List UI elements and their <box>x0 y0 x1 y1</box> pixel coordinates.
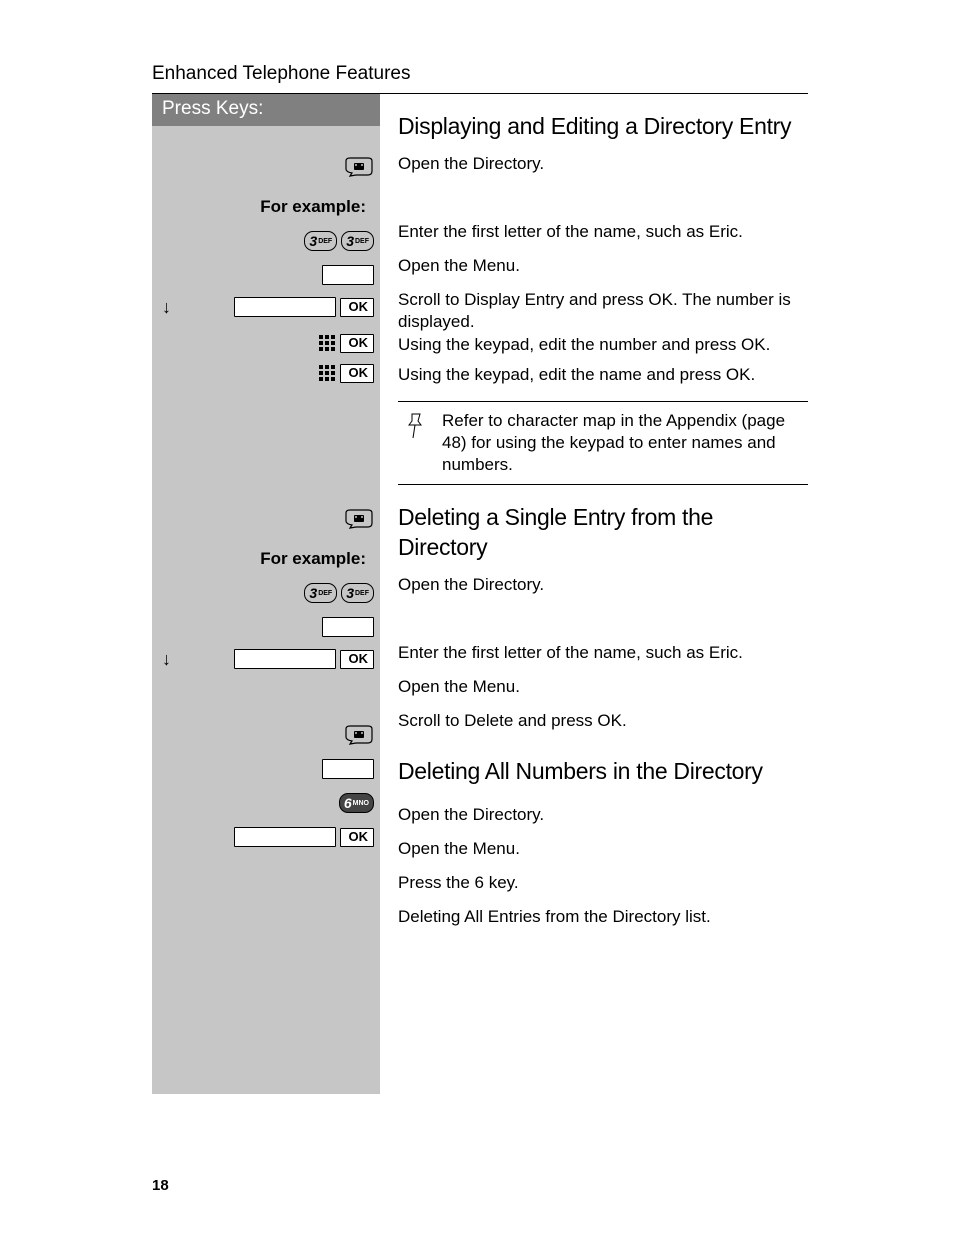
softkey-blank <box>322 617 374 637</box>
key-row-scroll-ok: ↓ OK <box>152 644 380 674</box>
key-row-directory <box>152 718 380 752</box>
softkey-ok: OK <box>340 298 374 316</box>
key-row-6: 6MNO <box>152 786 380 820</box>
key-row-3-3: 3DEF 3DEF <box>152 576 380 610</box>
keycap-6: 6MNO <box>339 793 374 813</box>
page: Enhanced Telephone Features Press Keys: … <box>0 0 954 1235</box>
step-text: Enter the first letter of the name, such… <box>398 220 808 254</box>
step-spacer <box>398 607 808 641</box>
for-example-row: For example: <box>152 190 380 224</box>
step-text: Press the 6 key. <box>398 871 808 905</box>
instructions-column: Displaying and Editing a Directory Entry… <box>380 94 808 1094</box>
step-text: Open the Directory. <box>398 803 808 837</box>
softkey-blank <box>322 759 374 779</box>
step-text: Scroll to Display Entry and press OK. Th… <box>398 288 808 333</box>
press-keys-column: Press Keys: For example: <box>152 94 380 1094</box>
softkey-blank <box>322 265 374 285</box>
note-text: Refer to character map in the Appendix (… <box>442 410 802 476</box>
step-text: Using the keypad, edit the number and pr… <box>398 333 808 363</box>
for-example-row: For example: <box>152 542 380 576</box>
directory-key-icon <box>344 509 374 529</box>
key-row-keypad-ok: OK <box>152 358 380 388</box>
key-row-ok: OK <box>152 820 380 854</box>
key-row-menu-blank <box>152 258 380 292</box>
softkey-ok: OK <box>340 828 374 846</box>
softkey-blank <box>234 297 336 317</box>
step-text: Scroll to Delete and press OK. <box>398 709 808 743</box>
keycap-3: 3DEF <box>341 231 374 251</box>
key-row-menu-blank <box>152 610 380 644</box>
softkey-blank <box>234 649 336 669</box>
for-example-label: For example: <box>260 196 374 218</box>
softkey-blank <box>234 827 336 847</box>
keycap-3: 3DEF <box>341 583 374 603</box>
keycap-3: 3DEF <box>304 231 337 251</box>
softkey-ok: OK <box>340 364 374 382</box>
note-box: Refer to character map in the Appendix (… <box>398 401 808 485</box>
step-text: Open the Menu. <box>398 254 808 288</box>
for-example-label: For example: <box>260 548 374 570</box>
key-row-directory <box>152 150 380 184</box>
keypad-icon <box>318 334 336 352</box>
step-spacer <box>398 186 808 220</box>
directory-key-icon <box>344 725 374 745</box>
content-columns: Press Keys: For example: <box>152 94 808 1094</box>
section-heading-delete-single: Deleting a Single Entry from the Directo… <box>398 503 808 563</box>
key-row-menu-blank <box>152 752 380 786</box>
step-text: Open the Directory. <box>398 152 808 186</box>
key-row-scroll-ok: ↓ OK <box>152 292 380 322</box>
key-row-3-3: 3DEF 3DEF <box>152 224 380 258</box>
step-text: Enter the first letter of the name, such… <box>398 641 808 675</box>
keycap-3: 3DEF <box>304 583 337 603</box>
key-row-keypad-ok: OK <box>152 328 380 358</box>
pushpin-icon <box>404 410 428 476</box>
step-text: Using the keypad, edit the name and pres… <box>398 363 808 393</box>
step-text: Open the Menu. <box>398 837 808 871</box>
softkey-ok: OK <box>340 650 374 668</box>
key-row-directory <box>152 502 380 536</box>
section-heading-delete-all: Deleting All Numbers in the Directory <box>398 757 808 787</box>
arrow-down-icon: ↓ <box>162 648 171 671</box>
page-header: Enhanced Telephone Features <box>152 62 808 94</box>
page-number: 18 <box>152 1176 169 1196</box>
section-heading-display-edit: Displaying and Editing a Directory Entry <box>398 112 808 142</box>
directory-key-icon <box>344 157 374 177</box>
step-text: Open the Directory. <box>398 573 808 607</box>
arrow-down-icon: ↓ <box>162 296 171 319</box>
press-keys-title: Press Keys: <box>152 94 380 127</box>
keypad-icon <box>318 364 336 382</box>
step-text: Deleting All Entries from the Directory … <box>398 905 808 939</box>
step-text: Open the Menu. <box>398 675 808 709</box>
softkey-ok: OK <box>340 334 374 352</box>
